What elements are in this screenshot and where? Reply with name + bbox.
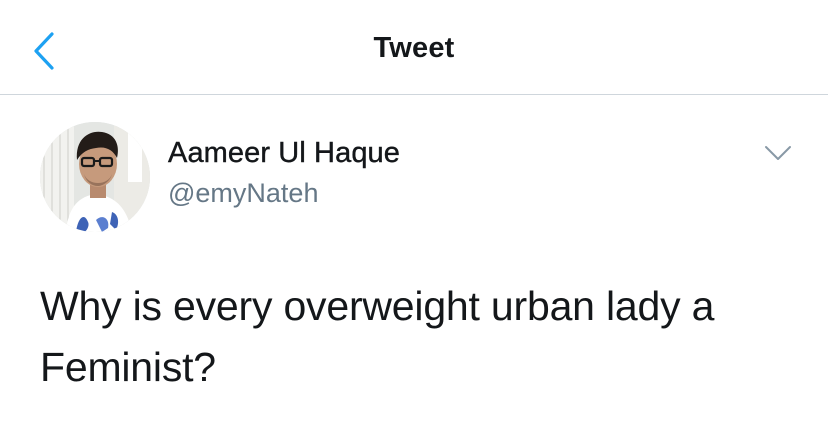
chevron-down-icon — [765, 146, 791, 160]
tweet-detail-screen: Tweet Aameer Ul Haque @emyNateh Why is e… — [0, 0, 828, 435]
avatar-photo — [40, 122, 150, 232]
author-handle[interactable]: @emyNateh — [168, 178, 318, 209]
more-options-button[interactable] — [760, 138, 796, 168]
navigation-bar: Tweet — [0, 0, 828, 95]
tweet-text: Why is every overweight urban lady a Fem… — [40, 283, 715, 390]
avatar[interactable] — [40, 122, 150, 232]
author-name[interactable]: Aameer Ul Haque — [168, 137, 400, 170]
page-title: Tweet — [373, 32, 455, 64]
